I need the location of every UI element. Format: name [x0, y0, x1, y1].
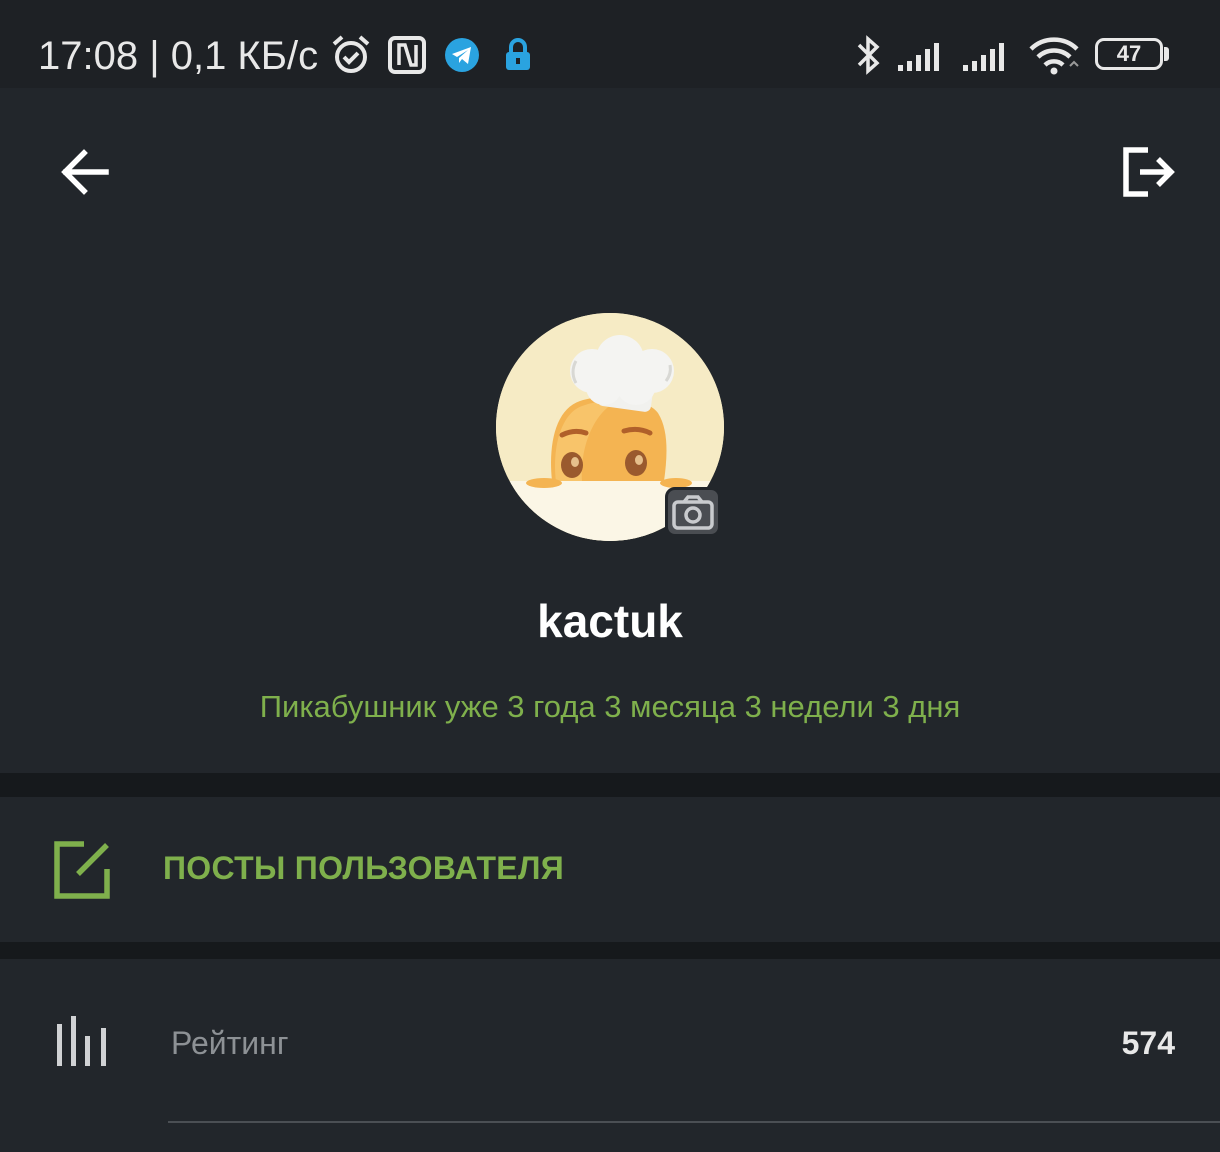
rating-row[interactable]: Рейтинг 574 — [0, 958, 1220, 1123]
back-button[interactable] — [54, 142, 114, 202]
arrow-left-icon — [61, 149, 109, 195]
membership-duration: Пикабушник уже 3 года 3 месяца 3 недели … — [259, 689, 961, 724]
status-time-network-speed: 17:08 | 0,1 КБ/с — [38, 34, 319, 78]
cellular-signal-icon — [898, 43, 939, 71]
row-divider — [168, 1121, 1220, 1123]
nfc-icon — [388, 36, 426, 74]
rating-label: Рейтинг — [171, 1025, 289, 1061]
bar-chart-icon — [57, 1016, 106, 1066]
logout-icon — [1123, 147, 1175, 197]
section-divider — [0, 942, 1220, 959]
vpn-lock-icon — [506, 38, 530, 70]
wifi-icon — [1029, 37, 1079, 75]
battery-icon: 47 — [1095, 38, 1163, 70]
change-photo-button[interactable] — [665, 487, 721, 537]
bluetooth-icon — [857, 35, 880, 75]
logout-button[interactable] — [1118, 144, 1180, 200]
camera-icon — [672, 495, 714, 530]
status-bar: 17:08 | 0,1 КБ/с 47 — [0, 0, 1220, 88]
section-divider — [0, 773, 1220, 797]
edit-square-icon — [54, 841, 110, 899]
alarm-clock-icon — [332, 35, 370, 73]
telegram-icon — [445, 38, 479, 72]
cellular-signal-icon — [963, 43, 1004, 71]
username: kactuk — [537, 595, 683, 647]
battery-level: 47 — [1116, 41, 1142, 66]
rating-value: 574 — [1121, 1025, 1175, 1061]
user-posts-label: ПОСТЫ ПОЛЬЗОВАТЕЛЯ — [163, 850, 565, 886]
battery-tip — [1164, 47, 1169, 61]
user-posts-menu-item[interactable]: ПОСТЫ ПОЛЬЗОВАТЕЛЯ — [0, 797, 1220, 942]
